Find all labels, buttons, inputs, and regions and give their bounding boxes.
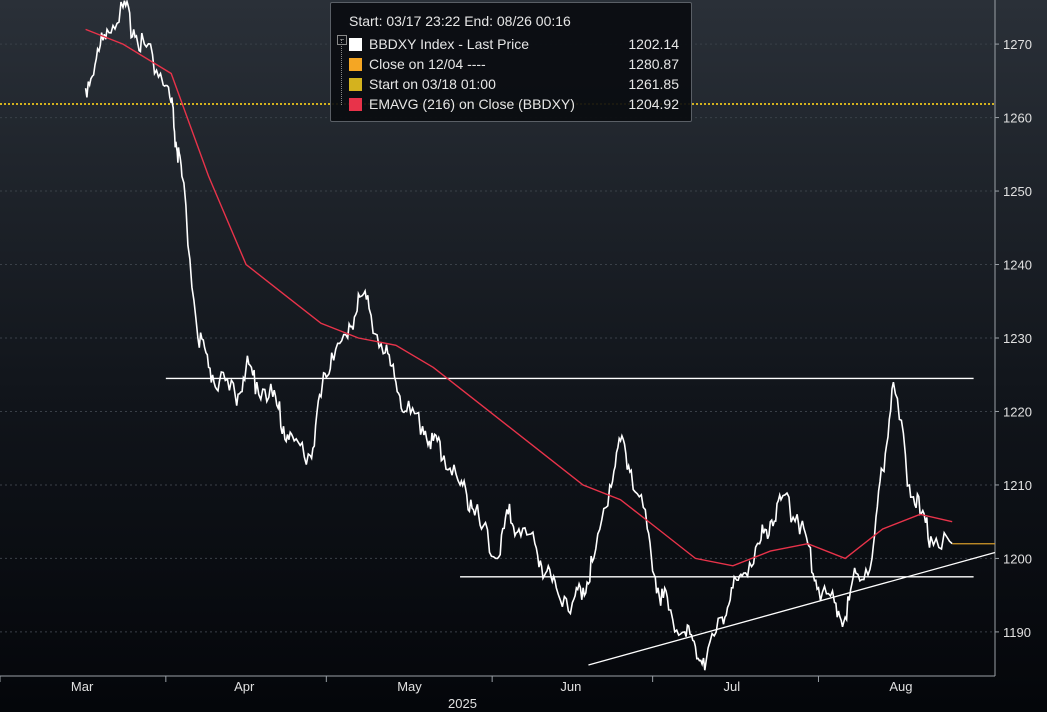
x-tick-label: May (397, 679, 422, 694)
legend-value: 1204.92 (628, 96, 679, 112)
legend-swatch-emavg (349, 98, 362, 111)
y-tick-label: 1270 (1003, 37, 1032, 52)
legend-swatch-close (349, 58, 362, 71)
x-tick-label: Jun (560, 679, 581, 694)
y-tick-label: 1260 (1003, 111, 1032, 126)
legend-swatch-last-price (349, 38, 362, 51)
x-tick-label: Jul (724, 679, 741, 694)
legend-entry-emavg[interactable]: EMAVG (216) on Close (BBDXY) 1204.92 (349, 96, 689, 114)
legend-swatch-start (349, 78, 362, 91)
legend-value: 1280.87 (628, 56, 679, 72)
legend-tree-line (341, 39, 343, 105)
legend-label: Close on 12/04 ---- (369, 56, 486, 72)
legend-entry-last-price[interactable]: BBDXY Index - Last Price 1202.14 (349, 36, 689, 54)
date-range: Start: 03/17 23:22 End: 08/26 00:16 (349, 13, 571, 29)
legend-box: Start: 03/17 23:22 End: 08/26 00:16 − BB… (330, 2, 692, 122)
legend-entry-close[interactable]: Close on 12/04 ---- 1280.87 (349, 56, 689, 74)
legend-label: EMAVG (216) on Close (BBDXY) (369, 96, 575, 112)
y-tick-label: 1210 (1003, 478, 1032, 493)
legend-label: Start on 03/18 01:00 (369, 76, 496, 92)
y-tick-label: 1230 (1003, 331, 1032, 346)
x-tick-label: Apr (234, 679, 255, 694)
legend-value: 1202.14 (628, 36, 679, 52)
x-year-label: 2025 (448, 696, 477, 711)
y-tick-label: 1240 (1003, 258, 1032, 273)
trend-line (588, 551, 996, 666)
x-tick-label: Mar (71, 679, 94, 694)
y-tick-label: 1200 (1003, 551, 1032, 566)
legend-value: 1261.85 (628, 76, 679, 92)
x-tick-label: Aug (889, 679, 912, 694)
y-tick-label: 1220 (1003, 404, 1032, 419)
y-tick-label: 1250 (1003, 184, 1032, 199)
legend-label: BBDXY Index - Last Price (369, 36, 530, 52)
y-tick-label: 1190 (1003, 625, 1031, 640)
legend-entry-start[interactable]: Start on 03/18 01:00 1261.85 (349, 76, 689, 94)
